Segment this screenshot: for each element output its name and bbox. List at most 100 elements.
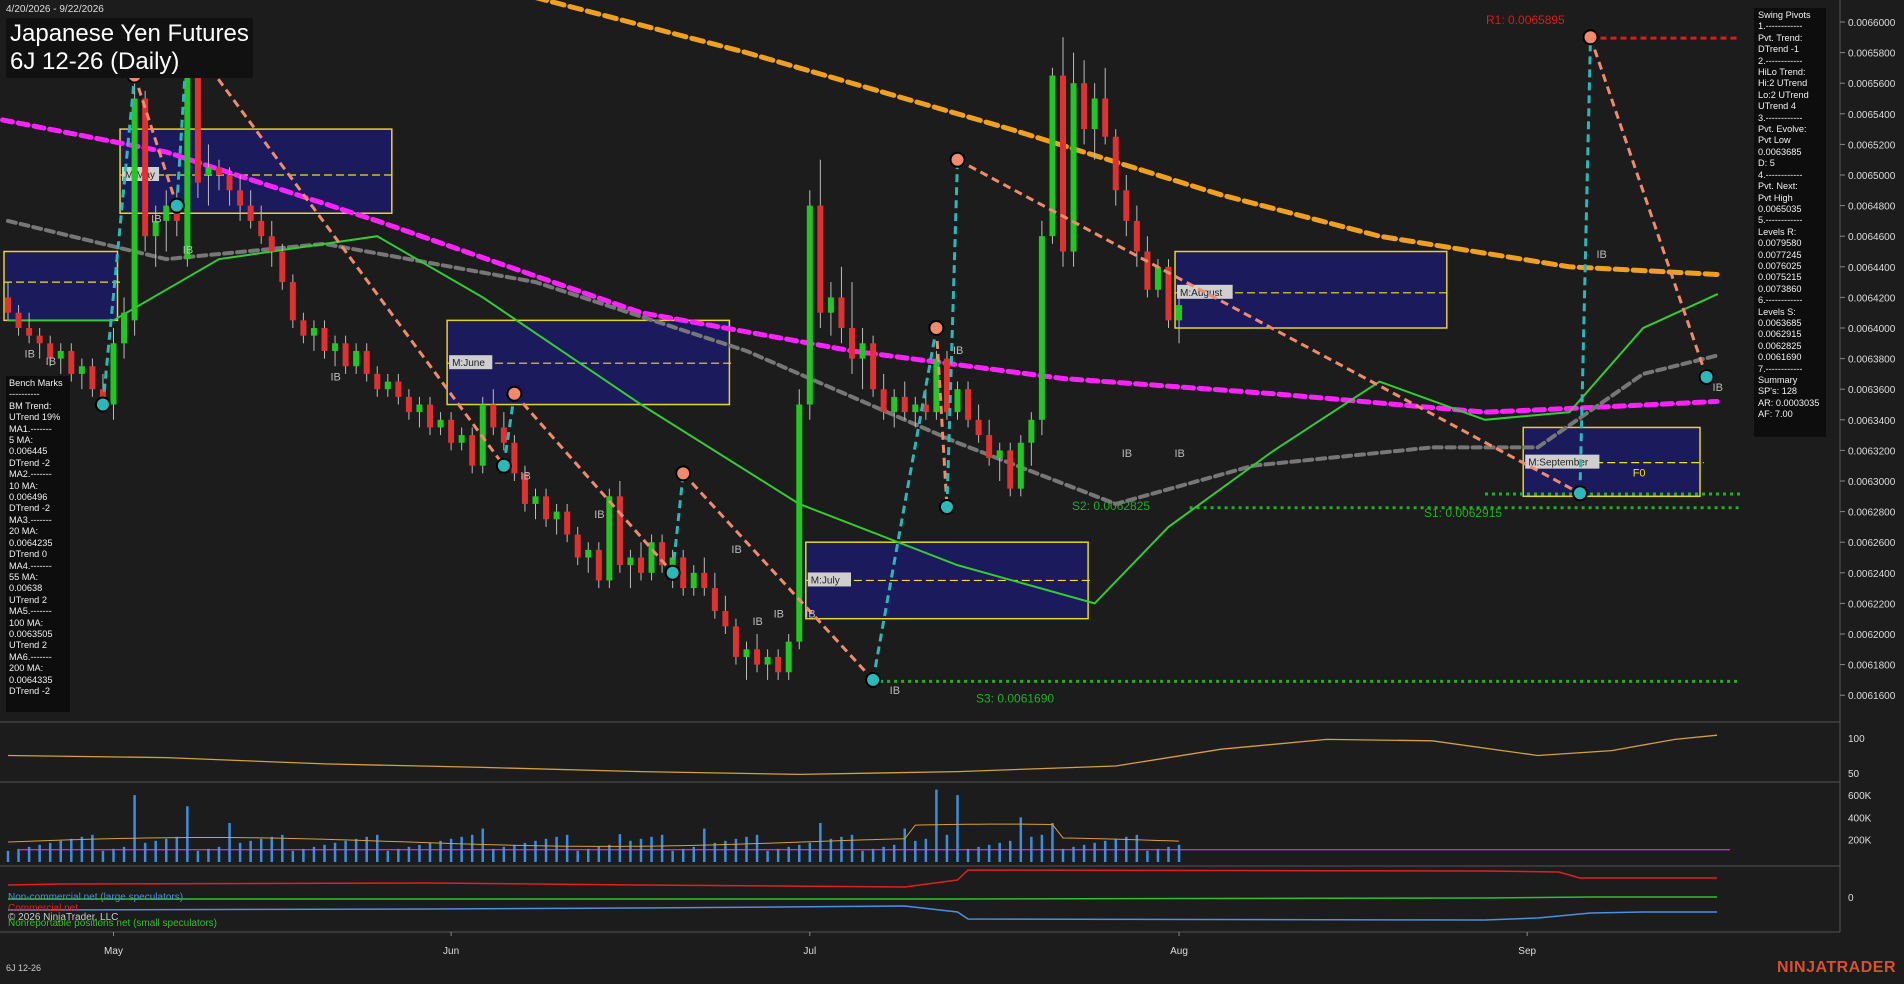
ib-label: IB: [1175, 448, 1185, 460]
month-label: M:June: [452, 358, 485, 369]
candle-body: [500, 427, 507, 443]
candle-body: [754, 649, 761, 665]
candle-body: [690, 572, 697, 589]
month-box: [119, 128, 393, 215]
candle-body: [374, 373, 381, 390]
candle-body: [943, 358, 950, 413]
legend-nonreportable: Nonreportable positions net (small specu…: [8, 918, 217, 929]
candle-body: [849, 328, 855, 359]
ib-label: IB: [25, 348, 35, 360]
candle-body: [996, 450, 1003, 459]
price-tick-label: 0.0062400: [1848, 569, 1896, 580]
date-tick-label: Aug: [1170, 946, 1188, 957]
candle-body: [701, 572, 708, 589]
candle-body: [321, 328, 328, 351]
candle-body: [1112, 136, 1119, 191]
candle-body: [1154, 266, 1161, 290]
candle-body: [711, 588, 718, 612]
candle-body: [764, 656, 771, 665]
volume-tick-label: 600K: [1848, 791, 1872, 802]
candle-body: [838, 297, 845, 328]
swing-pivot-marker: [675, 465, 692, 482]
price-tick-label: 0.0063600: [1848, 385, 1896, 396]
candle-body: [89, 366, 96, 390]
candle-body: [564, 511, 571, 535]
candle-body: [26, 328, 33, 336]
candle-body: [1007, 450, 1014, 489]
oscillator-tick-label: 100: [1848, 734, 1865, 745]
ib-label: IB: [151, 214, 161, 226]
candle-body: [986, 435, 993, 459]
date-tick-label: May: [104, 946, 123, 957]
candle-body: [279, 251, 286, 283]
candle-body: [859, 343, 866, 359]
date-range: 4/20/2026 - 9/22/2026: [6, 4, 104, 15]
candle-body: [912, 404, 919, 413]
ib-label: IB: [774, 608, 784, 620]
title-box: Japanese Yen Futures 6J 12-26 (Daily): [6, 18, 253, 78]
candle-body: [194, 60, 201, 183]
candle-body: [458, 435, 465, 443]
price-tick-label: 0.0062800: [1848, 508, 1896, 519]
candle-body: [490, 404, 497, 428]
support-label: S1: 0.0062915: [1424, 506, 1502, 520]
price-tick-label: 0.0064800: [1848, 202, 1896, 213]
price-tick-label: 0.0066000: [1848, 18, 1896, 29]
ib-label: IB: [520, 471, 530, 483]
candle-body: [1028, 419, 1035, 443]
candle-body: [1081, 83, 1088, 130]
candle-body: [1017, 442, 1024, 489]
chart: 0.0066000 0.0065800 0.0065600 0.0065400 0.00…: [0, 0, 1904, 979]
candle-body: [342, 343, 349, 367]
candle-body: [110, 343, 117, 405]
candle-body: [1176, 305, 1183, 321]
candle-body: [880, 389, 887, 413]
candle-body: [427, 404, 433, 428]
candle-body: [638, 557, 644, 573]
candle-body: [353, 350, 360, 367]
ib-label: IB: [890, 685, 900, 697]
ib-label: IB: [46, 356, 56, 368]
swing-pivot-marker: [94, 396, 111, 413]
candle-body: [332, 343, 339, 351]
candle-body: [1060, 75, 1066, 252]
candle-body: [722, 611, 729, 627]
candle-body: [405, 396, 412, 413]
support-label: S3: 0.0061690: [976, 691, 1054, 705]
candle-body: [395, 381, 402, 397]
price-tick-label: 0.0063000: [1848, 477, 1896, 488]
candle-body: [437, 419, 444, 428]
price-tick-label: 0.0065600: [1848, 79, 1896, 90]
price-tick-label: 0.0062000: [1848, 630, 1896, 641]
candle-body: [57, 350, 64, 359]
price-tick-label: 0.0064200: [1848, 293, 1896, 304]
oscillator-tick-label: 50: [1848, 769, 1860, 780]
legend-noncommercial: Non-commercial net (large speculators): [8, 892, 184, 903]
volume-tick-label: 200K: [1848, 836, 1872, 847]
swing-pivot-marker: [495, 457, 512, 474]
ib-label: IB: [594, 509, 604, 521]
swing-pivot-marker: [865, 671, 882, 688]
candle-body: [1133, 220, 1140, 252]
candle-body: [616, 496, 623, 566]
candle-body: [363, 350, 370, 374]
date-tick-label: Jun: [443, 946, 459, 957]
candle-body: [226, 175, 233, 191]
price-tick-label: 0.0062200: [1848, 599, 1896, 610]
candle-body: [595, 549, 602, 581]
candle-body: [954, 389, 961, 413]
candle-body: [1038, 236, 1045, 420]
candle-body: [806, 205, 813, 405]
candle-body: [901, 396, 908, 413]
candle-body: [975, 419, 982, 436]
price-tick-label: 0.0061800: [1848, 661, 1896, 672]
swing-pivots-text: Swing Pivots 1.------------ Pvt. Trend: …: [1758, 10, 1820, 420]
candle-body: [268, 236, 275, 252]
ib-label: IB: [731, 544, 741, 556]
candle-body: [796, 404, 803, 642]
candle-body: [131, 98, 138, 321]
ninjatrader-logo: NINJATRADER: [1777, 959, 1896, 976]
ib-label: IB: [1122, 448, 1132, 460]
price-tick-label: 0.0065400: [1848, 110, 1896, 121]
month-label: M:July: [811, 575, 840, 586]
